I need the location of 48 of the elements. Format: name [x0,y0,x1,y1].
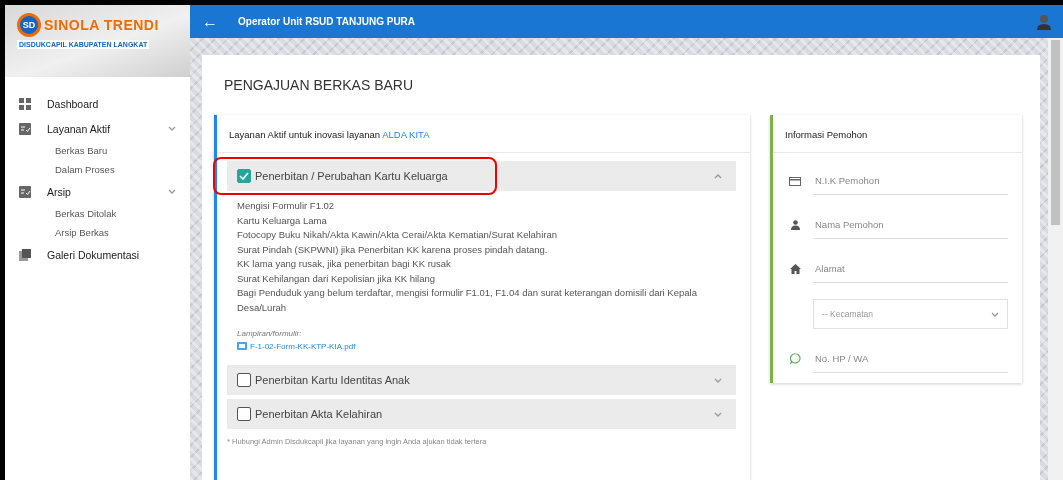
file-icon [237,341,247,351]
sidebar-subitem[interactable]: Arsip Berkas [5,223,190,242]
chevron-down-icon [714,411,722,417]
chevron-down-icon [168,189,176,194]
checklist-icon [19,122,31,135]
user-avatar-icon[interactable] [1037,13,1051,30]
requirement-text: Fotocopy Buku Nikah/Akta Kawin/Akta Cerai/Akta Kematian/Surat Kelahiran [237,228,558,242]
gallery-icon [19,248,31,261]
back-button[interactable]: ← [202,12,218,31]
sidebar-subitem[interactable]: Berkas Ditolak [5,204,190,223]
sidebar-subitem[interactable]: Dalam Proses [5,160,190,179]
applicant-card-title: Informasi Pemohon [773,115,1022,153]
requirement-text: Mengisi Formulir F1.02 [237,199,336,213]
chevron-down-icon [991,311,999,317]
logo-title: SINOLA TRENDI [44,17,159,33]
service-header[interactable]: Penerbitan Akta Kelahiran [227,399,736,429]
innovation-link[interactable]: ALDA KITA [382,129,430,140]
id-card-icon [789,177,801,186]
service-checkbox[interactable] [237,407,251,421]
requirement-text: Kartu Keluarga Lama [237,213,328,228]
scrollbar[interactable] [1048,38,1063,480]
sidebar-item[interactable]: Layanan Aktif [5,116,190,141]
chevron-up-icon [714,173,722,179]
sidebar-item[interactable]: Galeri Dokumentasi [5,242,190,267]
whatsapp-icon [789,353,801,364]
requirement-text: KK lama yang rusak, jika penerbitan bagi KK rusak [237,257,452,271]
service-header[interactable]: Penerbitan Kartu Identitas Anak [227,365,736,395]
checklist-icon [19,185,31,198]
sidebar-item[interactable]: Arsip [5,179,190,204]
requirement-text: Surat Pindah (SKPWNI) jika Penerbitan KK karena proses pindah datang. [237,242,549,257]
chevron-down-icon [168,126,176,131]
page-title: PENGAJUAN BERKAS BARU [223,77,415,93]
chevron-down-icon [714,377,722,383]
logo-mark: SD [17,13,41,37]
person-icon [790,220,800,230]
home-icon [789,264,801,274]
sidebar-subitem[interactable]: Berkas Baru [5,141,190,160]
dashboard-icon [19,97,31,110]
sidebar-item[interactable]: Dashboard [5,91,190,116]
service-checkbox[interactable] [237,373,251,387]
requirement-text: Bagi Penduduk yang belum terdaftar, mengisi formulir F1.01, F1.04 dan surat keterangan domisili dari Kepala Desa/Lurah [237,286,698,315]
service-header[interactable]: Penerbitan / Perubahan Kartu Keluarga [227,161,736,191]
requirement-text: Surat Kehilangan dari Kepolisian jika KK hilang [237,271,437,286]
top-bar-title: Operator Unit RSUD TANJUNG PURA [238,16,417,27]
attachment-link[interactable]: F-1-02-Form-KK-KTP-KIA.pdf [250,341,356,351]
services-intro: Layanan Aktif untuk inovasi layanan ALDA KITA [217,115,750,153]
attachment-label: Lampiran/formulir: [237,329,303,338]
service-checkbox[interactable] [237,169,251,183]
